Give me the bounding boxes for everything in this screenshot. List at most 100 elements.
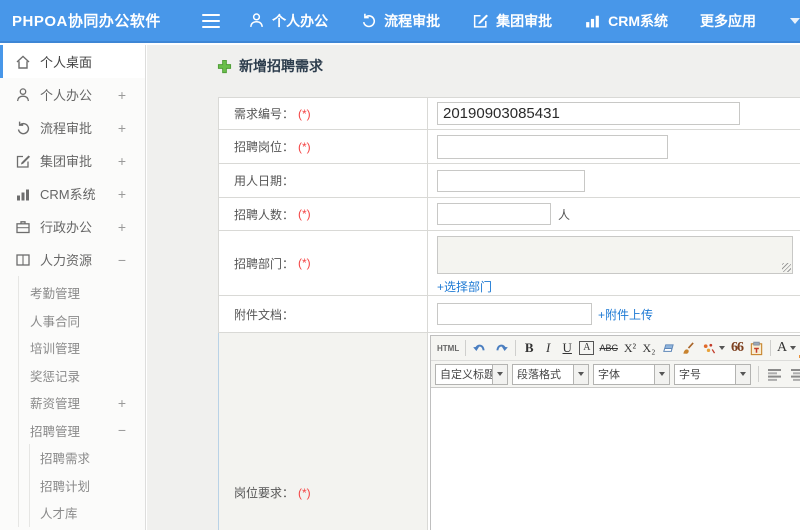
hire-date-input[interactable]	[437, 169, 585, 192]
expand-toggle[interactable]: +	[118, 87, 126, 103]
app-logo-title: PHPOA协同办公软件	[12, 13, 161, 30]
sidebar: 个人桌面 个人办公 + 流程审批 + 集团审批 + CRM系统 + 行政办公 +…	[0, 45, 146, 530]
form-row-position: 招聘岗位： (*)	[218, 130, 800, 164]
subscript-button[interactable]: X₂	[640, 338, 658, 358]
sidebar-item-talent-pool[interactable]: 人才库	[30, 499, 145, 527]
sidebar-item-label: 考勤管理	[30, 287, 81, 302]
blockquote-button[interactable]: 66	[728, 338, 746, 358]
top-header: PHPOA协同办公软件 个人办公 流程审批 集团审批 CRM系统 更多应用	[0, 0, 800, 43]
html-source-button[interactable]: HTML	[435, 338, 461, 358]
editor-toolbar-row2: 自定义标题 段落格式 字体 字号	[431, 361, 800, 388]
sidebar-item-salary[interactable]: 薪资管理 +	[19, 389, 145, 417]
position-input[interactable]	[437, 134, 668, 159]
align-left-button[interactable]	[766, 364, 785, 384]
attachment-input[interactable]	[437, 303, 592, 325]
sidebar-item-crm[interactable]: CRM系统 +	[0, 177, 145, 210]
nav-item-group-approval[interactable]: 集团审批	[472, 11, 552, 31]
required-mark: (*)	[298, 256, 311, 270]
redo-button[interactable]	[491, 338, 511, 358]
highlight-color-button[interactable]	[699, 338, 727, 358]
superscript-button[interactable]: X²	[621, 338, 639, 358]
expand-toggle[interactable]: +	[118, 153, 126, 169]
headcount-input[interactable]	[437, 203, 551, 225]
sidebar-item-label: 薪资管理	[30, 397, 81, 412]
sidebar-item-personnel-contract[interactable]: 人事合同	[19, 307, 145, 335]
sidebar-item-training[interactable]: 培训管理	[19, 334, 145, 362]
briefcase-icon	[15, 219, 31, 235]
field-label: 招聘岗位： (*)	[219, 130, 428, 163]
nav-item-crm[interactable]: CRM系统	[584, 11, 668, 31]
sidebar-item-attendance[interactable]: 考勤管理	[19, 279, 145, 307]
nav-item-personal-office[interactable]: 个人办公	[248, 11, 328, 31]
rich-text-editor: HTML B I U A ABC X² X₂ 66 A 自定义标题 段落格式 字…	[430, 335, 800, 530]
user-icon	[248, 12, 265, 29]
sidebar-item-personal-office[interactable]: 个人办公 +	[0, 78, 145, 111]
sidebar-item-label: 集团审批	[40, 154, 93, 169]
add-plus-icon	[217, 59, 232, 74]
field-label: 岗位要求： (*)	[219, 333, 428, 530]
sidebar-item-recruit-plan[interactable]: 招聘计划	[30, 472, 145, 500]
undo-button[interactable]	[470, 338, 490, 358]
heading-select[interactable]: 自定义标题	[435, 363, 508, 385]
sidebar-item-admin-office[interactable]: 行政办公 +	[0, 210, 145, 243]
form-row-department: 招聘部门： (*) +选择部门	[218, 231, 800, 296]
sidebar-item-recruit-demand[interactable]: 招聘需求	[30, 444, 145, 472]
sidebar-item-label: 流程审批	[40, 121, 93, 136]
field-value-cell: +选择部门	[428, 231, 800, 295]
field-label: 招聘人数： (*)	[219, 198, 428, 230]
font-family-select[interactable]: 字体	[593, 363, 670, 385]
strikethrough-button[interactable]: ABC	[597, 338, 620, 358]
required-mark: (*)	[298, 139, 311, 154]
paragraph-format-select[interactable]: 段落格式	[512, 363, 589, 385]
remove-format-button[interactable]	[659, 338, 678, 358]
paste-text-button[interactable]	[747, 338, 766, 358]
select-department-link[interactable]: +选择部门	[437, 278, 492, 295]
font-color-button[interactable]: A	[775, 338, 798, 358]
form-row-demand-no: 需求编号： (*)	[218, 98, 800, 130]
bold-button[interactable]: B	[520, 338, 538, 358]
nav-item-flow-approval[interactable]: 流程审批	[360, 11, 440, 31]
editor-content-area[interactable]	[431, 388, 800, 530]
edit-square-icon	[15, 153, 31, 169]
expand-toggle[interactable]: +	[118, 120, 126, 136]
sidebar-item-label: 个人桌面	[40, 55, 93, 70]
field-label: 用人日期：	[219, 164, 428, 197]
italic-button[interactable]: I	[539, 338, 557, 358]
demand-no-input[interactable]	[437, 102, 740, 125]
expand-toggle[interactable]: +	[118, 186, 126, 202]
expand-toggle[interactable]: +	[118, 219, 126, 235]
sidebar-item-reward-punishment[interactable]: 奖惩记录	[19, 362, 145, 390]
autotypeset-button[interactable]: A	[579, 341, 595, 355]
recruit-demand-form: 需求编号： (*) 招聘岗位： (*) 用人日期：	[218, 97, 800, 530]
sidebar-item-label: 招聘需求	[40, 452, 91, 467]
sidebar-item-recruit-mgmt[interactable]: 招聘管理 −	[19, 417, 145, 445]
expand-toggle[interactable]: +	[118, 395, 126, 411]
chevron-down-icon[interactable]	[654, 364, 669, 384]
expand-toggle[interactable]: −	[118, 252, 126, 268]
chevron-down-icon[interactable]	[573, 364, 588, 384]
field-value-cell: +附件上传	[428, 296, 800, 332]
align-center-button[interactable]	[789, 364, 800, 384]
sidebar-item-personal-desktop[interactable]: 个人桌面	[0, 45, 145, 78]
chevron-down-icon[interactable]	[790, 17, 800, 24]
chevron-down-icon[interactable]	[492, 364, 507, 384]
format-brush-button[interactable]	[679, 338, 698, 358]
expand-toggle[interactable]: −	[118, 422, 126, 438]
page-title-text: 新增招聘需求	[239, 58, 323, 74]
flow-approval-icon	[15, 120, 31, 136]
hr-submenu: 考勤管理 人事合同 培训管理 奖惩记录 薪资管理 + 招聘管理 − 招聘需求 招…	[18, 276, 145, 527]
required-mark: (*)	[298, 207, 311, 221]
sidebar-item-flow-approval[interactable]: 流程审批 +	[0, 111, 145, 144]
nav-item-more-apps[interactable]: 更多应用	[700, 11, 756, 31]
chevron-down-icon[interactable]	[735, 364, 750, 384]
sidebar-item-group-approval[interactable]: 集团审批 +	[0, 144, 145, 177]
sidebar-item-hr[interactable]: 人力资源 −	[0, 243, 145, 276]
resize-grip-icon[interactable]	[782, 263, 791, 272]
font-size-select[interactable]: 字号	[674, 363, 751, 385]
nav-item-label: CRM系统	[608, 12, 668, 29]
sidebar-item-label: CRM系统	[40, 187, 96, 202]
underline-button[interactable]: U	[558, 338, 576, 358]
menu-toggle-button[interactable]	[202, 13, 221, 28]
department-textarea[interactable]	[437, 236, 793, 274]
attachment-upload-link[interactable]: +附件上传	[598, 306, 653, 323]
